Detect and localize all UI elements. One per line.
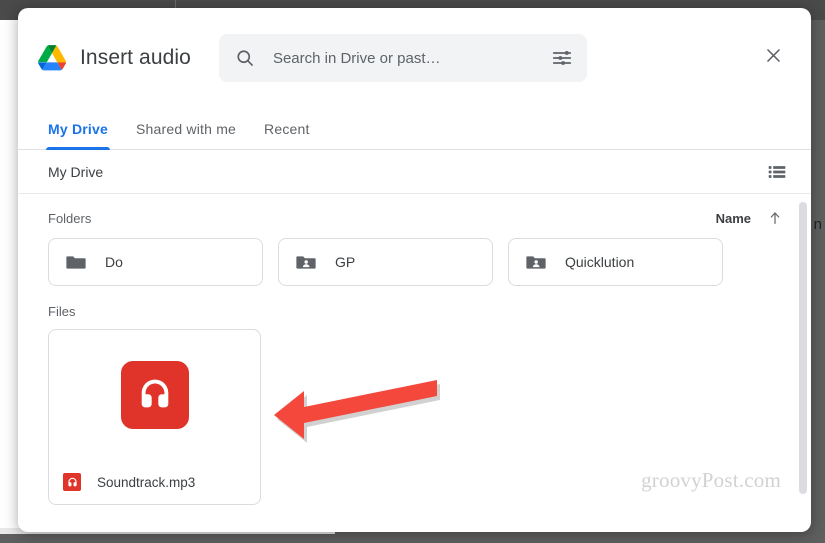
arrow-up-icon <box>767 210 783 226</box>
search-icon <box>235 48 255 68</box>
search-input[interactable] <box>272 49 551 67</box>
file-name: Soundtrack.mp3 <box>97 474 196 490</box>
folder-item-gp[interactable]: GP <box>278 238 493 286</box>
shared-folder-icon <box>525 251 547 273</box>
files-section-label: Files <box>48 304 76 319</box>
sort-control[interactable]: Name <box>716 210 783 226</box>
background-bottom-strip <box>0 534 825 543</box>
google-drive-logo <box>38 45 67 71</box>
watermark: groovyPost.com <box>641 468 781 492</box>
file-thumbnail <box>49 330 260 460</box>
close-icon <box>764 46 783 70</box>
content-scrollbar-thumb[interactable] <box>799 202 807 494</box>
dialog-header: Insert audio <box>18 8 811 108</box>
file-footer: Soundtrack.mp3 <box>49 460 260 504</box>
sort-label: Name <box>715 210 751 226</box>
dialog-title: Insert audio <box>80 46 191 69</box>
headphones-icon <box>120 361 189 429</box>
folders-section-header: Folders Name <box>18 194 811 234</box>
folders-grid: Do GP Quicklution <box>18 234 811 286</box>
file-item-soundtrack[interactable]: Soundtrack.mp3 <box>48 329 261 505</box>
folder-icon <box>65 251 87 273</box>
tab-recent-label: Recent <box>264 121 310 137</box>
files-section-header: Files <box>18 286 811 325</box>
folder-name: GP <box>335 254 356 270</box>
folder-item-do[interactable]: Do <box>48 238 263 286</box>
tune-icon[interactable] <box>551 47 573 69</box>
tab-my-drive-label: My Drive <box>48 121 108 137</box>
tab-my-drive[interactable]: My Drive <box>34 121 122 150</box>
search-bar[interactable] <box>218 34 587 82</box>
breadcrumb[interactable]: My Drive <box>48 164 103 180</box>
tab-shared-with-me[interactable]: Shared with me <box>122 121 250 149</box>
shared-folder-icon <box>295 251 317 273</box>
breadcrumb-bar: My Drive <box>18 150 811 194</box>
tab-recent[interactable]: Recent <box>250 121 324 149</box>
list-view-icon[interactable] <box>759 157 795 187</box>
folders-section-label: Folders <box>48 210 92 226</box>
folder-name: Quicklution <box>565 254 635 270</box>
insert-audio-dialog: Insert audio Search in Drive or past… My… <box>18 8 811 532</box>
file-browser-content: Folders Name Do GP Quicklution Files Sou… <box>18 194 811 531</box>
folder-name: Do <box>105 254 123 270</box>
background-partial-text: n <box>813 216 822 233</box>
tab-shared-with-me-label: Shared with me <box>135 121 237 137</box>
close-button[interactable] <box>753 38 793 78</box>
audio-file-icon <box>63 473 81 491</box>
dialog-tabs: My Drive Shared with me Recent <box>18 108 811 150</box>
folder-item-quicklution[interactable]: Quicklution <box>508 238 723 286</box>
